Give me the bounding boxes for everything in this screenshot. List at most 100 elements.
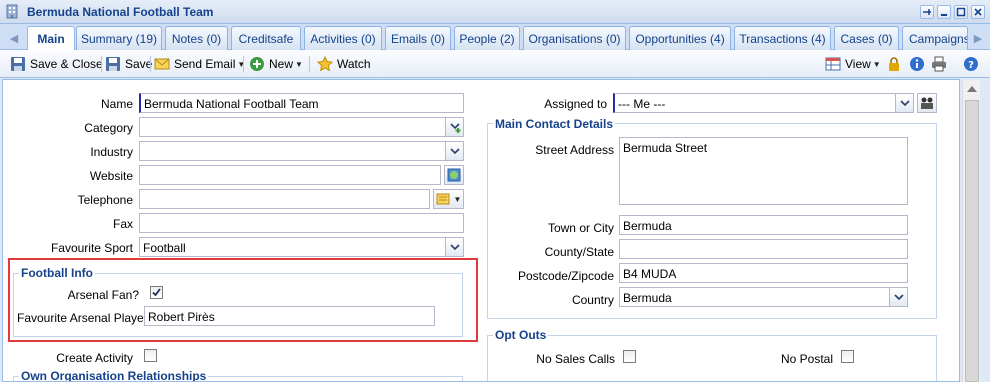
minimize-button[interactable] <box>937 5 951 19</box>
tab-emails[interactable]: Emails (0) <box>385 26 451 50</box>
country-dropdown-button[interactable] <box>890 287 908 307</box>
football-info-fieldset <box>13 273 463 337</box>
vertical-scrollbar[interactable] <box>962 80 980 382</box>
maximize-button[interactable] <box>954 5 968 19</box>
window-title: Bermuda National Football Team <box>27 5 214 19</box>
pin-window-button[interactable] <box>920 5 934 19</box>
watch-button[interactable]: Watch <box>317 55 371 73</box>
football-info-legend: Football Info <box>19 266 95 280</box>
pin-icon <box>923 9 931 15</box>
tab-organisations[interactable]: Organisations (0) <box>523 26 626 50</box>
building-icon <box>6 4 18 19</box>
open-website-button[interactable] <box>444 165 464 185</box>
printer-icon[interactable] <box>931 56 947 72</box>
main-form: Name Bermuda National Football Team Cate… <box>2 79 960 382</box>
tab-activities[interactable]: Activities (0) <box>304 26 382 50</box>
tab-creditsafe[interactable]: Creditsafe <box>231 26 301 50</box>
info-icon[interactable] <box>909 56 925 72</box>
create-activity-checkbox[interactable] <box>144 349 157 362</box>
no-sales-calls-checkbox[interactable] <box>623 350 636 363</box>
plus-circle-icon <box>250 57 264 71</box>
country-select[interactable]: Bermuda <box>619 287 890 307</box>
website-label: Website <box>89 169 133 183</box>
tab-people[interactable]: People (2) <box>454 26 520 50</box>
table-view-icon <box>825 57 841 71</box>
street-address-textarea[interactable]: Bermuda Street <box>619 137 908 205</box>
telephone-options-button[interactable]: ▼ <box>433 189 464 209</box>
new-button[interactable]: New ▼ <box>249 55 303 73</box>
assigned-to-select[interactable]: --- Me --- <box>613 93 896 113</box>
chevron-down-icon <box>899 100 910 107</box>
industry-dropdown-button[interactable] <box>446 141 464 161</box>
minimize-icon <box>941 14 947 16</box>
category-label: Category <box>84 121 133 135</box>
website-field[interactable] <box>139 165 441 185</box>
caret-down-icon: ▼ <box>872 59 881 69</box>
favourite-sport-select[interactable]: Football <box>139 237 446 257</box>
assigned-to-label: Assigned to <box>544 97 607 111</box>
close-icon <box>974 8 982 16</box>
create-activity-label: Create Activity <box>56 351 133 365</box>
chevron-down-icon <box>893 294 904 301</box>
assigned-to-dropdown-button[interactable] <box>896 93 914 113</box>
own-org-relationships-legend: Own Organisation Relationships <box>19 369 209 382</box>
category-add-button[interactable] <box>446 117 464 137</box>
tab-campaigns[interactable]: Campaigns <box>902 26 968 50</box>
fax-field[interactable] <box>139 213 464 233</box>
tab-main[interactable]: Main <box>27 26 75 51</box>
arsenal-fan-label: Arsenal Fan? <box>67 288 139 302</box>
town-city-label: Town or City <box>547 221 614 235</box>
main-contact-legend: Main Contact Details <box>493 117 616 131</box>
industry-label: Industry <box>90 145 133 159</box>
chevron-down-icon <box>449 244 460 251</box>
toolbar: Save & Close Save Send Email ▼ New ▼ Watch… <box>0 50 990 78</box>
tab-strip: ◀ Main Summary (19) Notes (0) Creditsafe… <box>0 24 990 51</box>
maximize-icon <box>956 7 966 17</box>
phone-book-icon <box>436 193 450 205</box>
toolbar-separator <box>309 56 310 72</box>
tab-notes[interactable]: Notes (0) <box>165 26 228 50</box>
telephone-label: Telephone <box>77 193 133 207</box>
tab-scroll-right-button[interactable]: ▶ <box>970 28 986 48</box>
save-button[interactable]: Save <box>105 55 152 73</box>
telephone-field[interactable] <box>139 189 430 209</box>
country-label: Country <box>571 293 614 307</box>
fax-label: Fax <box>112 217 133 231</box>
industry-select[interactable] <box>139 141 446 161</box>
lock-icon[interactable] <box>886 56 902 72</box>
favourite-sport-dropdown-button[interactable] <box>446 237 464 257</box>
scroll-up-icon[interactable] <box>967 86 977 92</box>
name-field[interactable]: Bermuda National Football Team <box>139 93 464 113</box>
user-picker-button[interactable] <box>917 93 937 113</box>
save-close-button[interactable]: Save & Close <box>10 55 103 73</box>
users-icon <box>921 97 933 109</box>
caret-down-icon: ▼ <box>237 59 246 69</box>
tab-summary[interactable]: Summary (19) <box>76 26 162 50</box>
arrow-right-icon: ▶ <box>973 32 983 45</box>
town-city-field[interactable]: Bermuda <box>619 215 908 235</box>
arrow-left-icon: ◀ <box>9 32 19 45</box>
county-state-field[interactable] <box>619 239 908 259</box>
no-postal-checkbox[interactable] <box>841 350 854 363</box>
toolbar-separator <box>101 56 102 72</box>
scrollbar-thumb[interactable] <box>965 100 979 382</box>
add-category-icon <box>449 123 460 133</box>
floppy-disk-icon <box>106 57 120 71</box>
category-field[interactable] <box>139 117 446 137</box>
street-address-label: Street Address <box>535 143 614 157</box>
star-icon <box>317 56 333 72</box>
help-icon[interactable]: ? <box>963 56 979 72</box>
postcode-field[interactable]: B4 MUDA <box>619 263 908 283</box>
opt-outs-legend: Opt Outs <box>493 328 549 342</box>
tab-cases[interactable]: Cases (0) <box>834 26 899 50</box>
favourite-player-label: Favourite Arsenal Player <box>17 311 148 325</box>
tab-opportunities[interactable]: Opportunities (4) <box>629 26 731 50</box>
close-button[interactable] <box>971 5 985 19</box>
tab-scroll-left-button[interactable]: ◀ <box>6 28 22 48</box>
tab-transactions[interactable]: Transactions (4) <box>734 26 831 50</box>
send-email-button[interactable]: Send Email ▼ <box>154 55 245 73</box>
arsenal-fan-checkbox[interactable] <box>150 286 163 299</box>
favourite-player-field[interactable]: Robert Pirès <box>144 306 435 326</box>
view-button[interactable]: View ▼ <box>825 55 881 73</box>
favourite-sport-label: Favourite Sport <box>50 241 133 255</box>
